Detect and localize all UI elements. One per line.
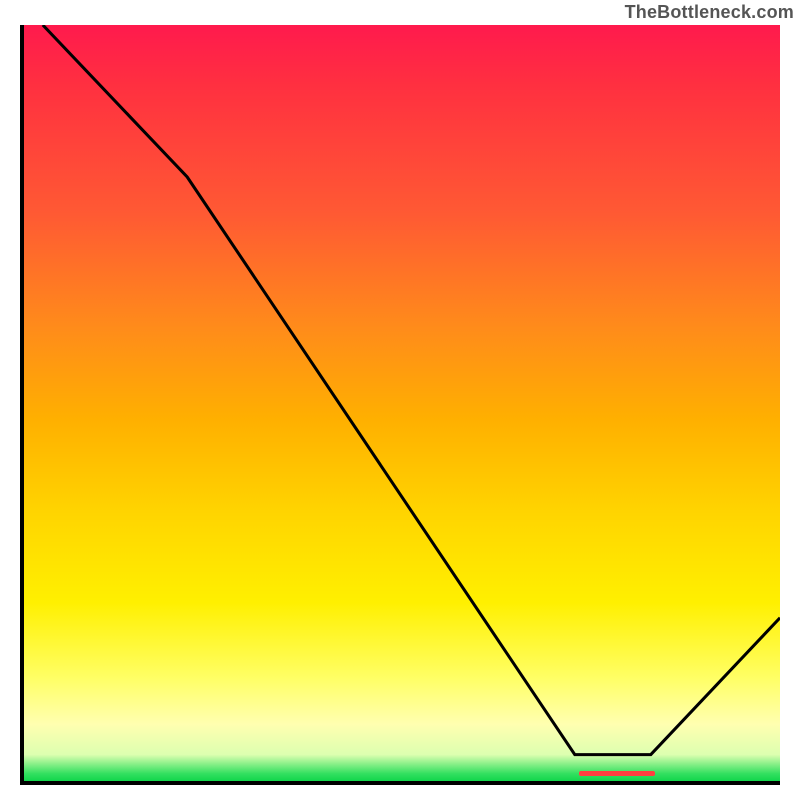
curve-path bbox=[43, 25, 780, 755]
watermark-text: TheBottleneck.com bbox=[625, 2, 794, 23]
plot-area bbox=[20, 25, 780, 785]
bottleneck-curve bbox=[20, 25, 780, 785]
chart-container: TheBottleneck.com bbox=[0, 0, 800, 800]
optimal-range-marker bbox=[579, 771, 655, 776]
